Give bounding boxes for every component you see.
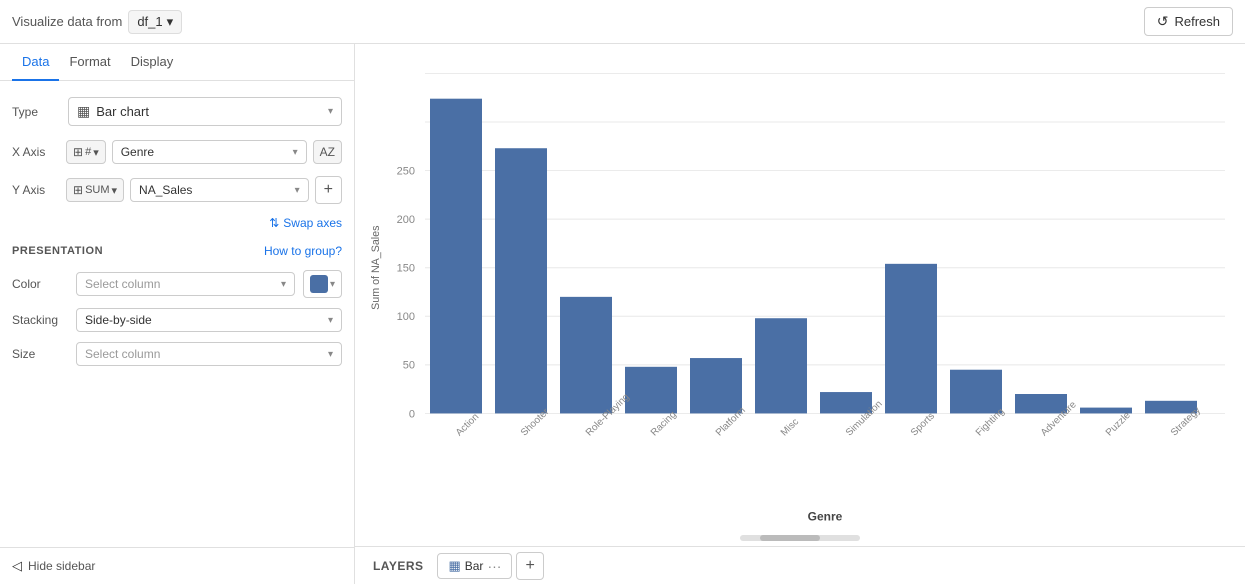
- stacking-chevron: ▾: [328, 315, 333, 326]
- xaxis-field-label: Genre: [121, 145, 289, 159]
- tab-display[interactable]: Display: [121, 44, 184, 81]
- color-swatch: [310, 275, 328, 293]
- color-select-chevron: ▾: [281, 279, 286, 290]
- svg-text:150: 150: [397, 263, 415, 275]
- type-row: Type ▦ Bar chart ▾: [12, 97, 342, 126]
- xaxis-type-chevron: ▾: [93, 146, 99, 159]
- yaxis-field-chevron: ▾: [295, 185, 300, 196]
- scrollbar-thumb[interactable]: [760, 535, 820, 541]
- yaxis-add-btn[interactable]: +: [315, 176, 342, 204]
- size-row: Size Select column ▾: [12, 342, 342, 366]
- bar-chart-icon: ▦: [77, 103, 90, 120]
- yaxis-field-select[interactable]: NA_Sales ▾: [130, 178, 309, 202]
- sort-icon: AZ: [320, 145, 335, 159]
- xaxis-label: X Axis: [12, 145, 60, 159]
- scrollbar-track: [740, 535, 860, 541]
- refresh-icon: ↺: [1157, 13, 1169, 30]
- hash-label: #: [85, 146, 91, 158]
- xaxis-sort-btn[interactable]: AZ: [313, 140, 342, 164]
- stacking-select[interactable]: Side-by-side ▾: [76, 308, 342, 332]
- swap-icon: ⇅: [269, 216, 279, 230]
- yaxis-label: Y Axis: [12, 183, 60, 197]
- xaxis-field-select[interactable]: Genre ▾: [112, 140, 307, 164]
- swap-label: Swap axes: [283, 216, 342, 230]
- visualize-text: Visualize data from: [12, 14, 122, 29]
- presentation-title: PRESENTATION: [12, 245, 103, 257]
- svg-text:250: 250: [397, 166, 415, 178]
- type-label: Type: [12, 105, 60, 119]
- swap-row: ⇅ Swap axes: [12, 216, 342, 230]
- stacking-row: Stacking Side-by-side ▾: [12, 308, 342, 332]
- svg-text:Sum of NA_Sales: Sum of NA_Sales: [370, 225, 382, 310]
- size-label: Size: [12, 347, 68, 361]
- stacking-value: Side-by-side: [85, 313, 324, 327]
- tab-format[interactable]: Format: [59, 44, 120, 81]
- size-select[interactable]: Select column ▾: [76, 342, 342, 366]
- type-select[interactable]: ▦ Bar chart ▾: [68, 97, 342, 126]
- yaxis-field-label: NA_Sales: [139, 183, 291, 197]
- svg-text:200: 200: [397, 214, 415, 226]
- svg-text:Genre: Genre: [808, 509, 843, 523]
- table-icon: ⊞: [73, 145, 83, 159]
- bar-chart-tab[interactable]: ▦ Bar ···: [437, 553, 512, 579]
- chart-scrollbar[interactable]: [355, 530, 1245, 546]
- yaxis-agg-chevron: ▾: [112, 184, 118, 197]
- xaxis-type-btn[interactable]: ⊞ # ▾: [66, 140, 106, 164]
- bar-tab-label: Bar: [465, 559, 484, 573]
- svg-text:0: 0: [409, 408, 415, 420]
- table-icon2: ⊞: [73, 183, 83, 197]
- xaxis-row: X Axis ⊞ # ▾ Genre ▾ AZ: [12, 140, 342, 164]
- bar-chart-svg: 0 50 100 150 200 250 Sum of NA_Sales: [365, 54, 1235, 530]
- svg-text:50: 50: [403, 360, 415, 372]
- sidebar-tabs: Data Format Display: [0, 44, 354, 81]
- type-chevron-icon: ▾: [328, 106, 333, 117]
- xaxis-field-chevron: ▾: [293, 147, 298, 158]
- sidebar-content: Type ▦ Bar chart ▾ X Axis ⊞ # ▾ Genre ▾: [0, 81, 354, 547]
- color-label: Color: [12, 277, 68, 291]
- tab-data[interactable]: Data: [12, 44, 59, 81]
- size-chevron: ▾: [328, 349, 333, 360]
- chart-main: 0 50 100 150 200 250 Sum of NA_Sales: [355, 44, 1245, 530]
- main-layout: Data Format Display Type ▦ Bar chart ▾: [0, 44, 1245, 584]
- df-label: df_1: [137, 14, 162, 29]
- hide-sidebar-btn[interactable]: ◁ Hide sidebar: [0, 547, 354, 584]
- color-row: Color Select column ▾ ▾: [12, 270, 342, 298]
- sidebar: Data Format Display Type ▦ Bar chart ▾: [0, 44, 355, 584]
- add-tab-btn[interactable]: +: [516, 552, 543, 580]
- color-placeholder: Select column: [85, 277, 277, 291]
- chart-area: 0 50 100 150 200 250 Sum of NA_Sales: [355, 44, 1245, 584]
- svg-text:100: 100: [397, 311, 415, 323]
- yaxis-agg-label: SUM: [85, 184, 109, 196]
- top-bar: Visualize data from df_1 ▾ ↺ Refresh: [0, 0, 1245, 44]
- bottom-tabs: LAYERS ▦ Bar ··· +: [355, 546, 1245, 584]
- color-select[interactable]: Select column ▾: [76, 272, 295, 296]
- hide-sidebar-icon: ◁: [12, 558, 22, 574]
- tab-dots: ···: [487, 558, 501, 574]
- yaxis-row: Y Axis ⊞ SUM ▾ NA_Sales ▾ +: [12, 176, 342, 204]
- chevron-down-icon: ▾: [167, 14, 174, 30]
- layers-label: LAYERS: [363, 559, 433, 573]
- bar-tab-icon: ▦: [448, 558, 460, 574]
- refresh-label: Refresh: [1174, 14, 1220, 29]
- visualize-label-group: Visualize data from df_1 ▾: [12, 10, 182, 34]
- size-placeholder: Select column: [85, 347, 324, 361]
- plus-icon: +: [324, 181, 333, 199]
- refresh-button[interactable]: ↺ Refresh: [1144, 7, 1233, 36]
- add-tab-icon: +: [525, 557, 534, 575]
- how-to-group-link[interactable]: How to group?: [264, 244, 342, 258]
- presentation-header: PRESENTATION How to group?: [12, 244, 342, 258]
- svg-text:Sports: Sports: [909, 411, 937, 439]
- color-swatch-btn[interactable]: ▾: [303, 270, 342, 298]
- swap-axes-btn[interactable]: ⇅ Swap axes: [269, 216, 342, 230]
- color-swatch-chevron: ▾: [330, 279, 335, 290]
- df-dropdown[interactable]: df_1 ▾: [128, 10, 182, 34]
- svg-text:Misc: Misc: [779, 417, 801, 439]
- svg-text:Puzzle: Puzzle: [1104, 410, 1133, 439]
- stacking-label: Stacking: [12, 313, 68, 327]
- hide-sidebar-label: Hide sidebar: [28, 559, 95, 573]
- yaxis-agg-btn[interactable]: ⊞ SUM ▾: [66, 178, 124, 202]
- svg-text:Action: Action: [454, 412, 482, 439]
- type-value: Bar chart: [96, 104, 322, 119]
